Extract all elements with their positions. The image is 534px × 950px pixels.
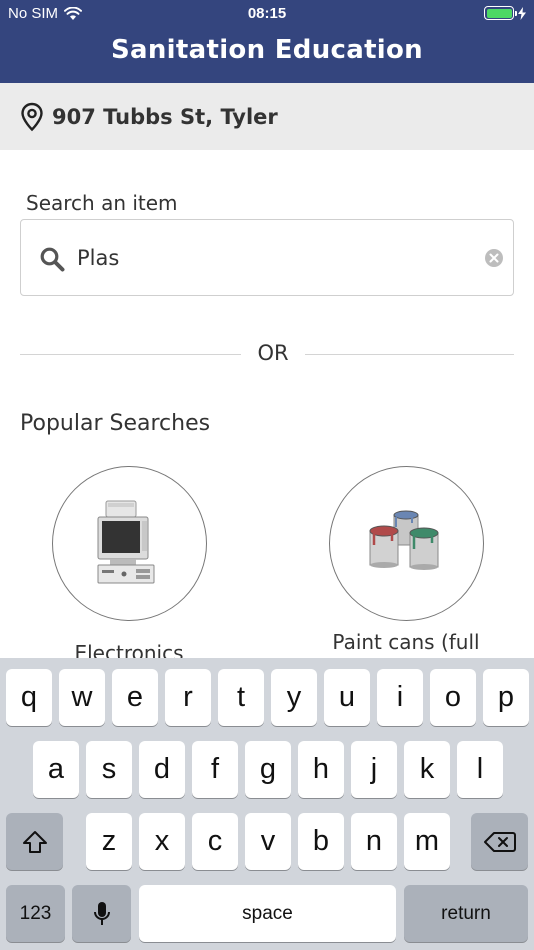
shift-icon bbox=[22, 830, 47, 853]
battery-icon bbox=[484, 6, 517, 20]
location-pin-icon bbox=[21, 102, 43, 131]
dictation-key[interactable] bbox=[72, 885, 131, 942]
popular-item-image bbox=[328, 466, 484, 621]
popular-item-label: Electronics bbox=[74, 641, 184, 658]
search-box[interactable] bbox=[20, 219, 514, 296]
key-q[interactable]: q bbox=[6, 669, 52, 726]
key-s[interactable]: s bbox=[86, 741, 132, 798]
battery-level bbox=[486, 8, 512, 18]
computer-icon bbox=[97, 500, 155, 583]
search-label: Search an item bbox=[26, 191, 178, 215]
app-header: No SIM 08:15 Sanitation Education bbox=[0, 0, 534, 83]
key-x[interactable]: x bbox=[139, 813, 185, 870]
key-i[interactable]: i bbox=[377, 669, 423, 726]
battery-indicator bbox=[484, 6, 526, 20]
key-f[interactable]: f bbox=[192, 741, 238, 798]
status-bar: No SIM 08:15 bbox=[0, 0, 534, 28]
clear-search-icon[interactable] bbox=[485, 249, 503, 267]
key-j[interactable]: j bbox=[351, 741, 397, 798]
paint-cans-icon bbox=[369, 510, 439, 570]
return-key[interactable]: return bbox=[404, 885, 528, 942]
microphone-icon bbox=[93, 901, 110, 925]
charging-bolt-icon bbox=[518, 6, 526, 20]
location-bar[interactable]: 907 Tubbs St, Tyler bbox=[0, 83, 534, 150]
or-divider-text: OR bbox=[257, 341, 289, 365]
popular-item-label: Paint cans (full bbox=[332, 630, 480, 654]
key-e[interactable]: e bbox=[112, 669, 158, 726]
key-d[interactable]: d bbox=[139, 741, 185, 798]
key-t[interactable]: t bbox=[218, 669, 264, 726]
key-m[interactable]: m bbox=[404, 813, 450, 870]
popular-item-paint-cans[interactable]: Paint cans (full bbox=[306, 466, 506, 658]
space-key[interactable]: space bbox=[139, 885, 396, 942]
numbers-key[interactable]: 123 bbox=[6, 885, 65, 942]
key-g[interactable]: g bbox=[245, 741, 291, 798]
popular-searches-title: Popular Searches bbox=[20, 411, 211, 436]
key-o[interactable]: o bbox=[430, 669, 476, 726]
key-z[interactable]: z bbox=[86, 813, 132, 870]
divider-line-right bbox=[305, 354, 514, 355]
divider-line-left bbox=[20, 354, 241, 355]
key-v[interactable]: v bbox=[245, 813, 291, 870]
backspace-key[interactable] bbox=[471, 813, 528, 870]
key-w[interactable]: w bbox=[59, 669, 105, 726]
onscreen-keyboard: q w e r t y u i o p a s d f g h j k l z … bbox=[0, 658, 534, 950]
key-a[interactable]: a bbox=[33, 741, 79, 798]
key-l[interactable]: l bbox=[457, 741, 503, 798]
popular-item-electronics[interactable]: Electronics bbox=[29, 466, 229, 658]
key-c[interactable]: c bbox=[192, 813, 238, 870]
battery-cap bbox=[515, 11, 517, 16]
key-y[interactable]: y bbox=[271, 669, 317, 726]
page-title: Sanitation Education bbox=[111, 35, 423, 65]
key-u[interactable]: u bbox=[324, 669, 370, 726]
key-k[interactable]: k bbox=[404, 741, 450, 798]
shift-key[interactable] bbox=[6, 813, 63, 870]
key-n[interactable]: n bbox=[351, 813, 397, 870]
key-b[interactable]: b bbox=[298, 813, 344, 870]
key-p[interactable]: p bbox=[483, 669, 529, 726]
search-icon bbox=[40, 247, 65, 272]
key-h[interactable]: h bbox=[298, 741, 344, 798]
key-r[interactable]: r bbox=[165, 669, 211, 726]
popular-item-image bbox=[51, 466, 207, 621]
status-time: 08:15 bbox=[247, 5, 287, 22]
search-input[interactable] bbox=[77, 238, 477, 278]
backspace-icon bbox=[483, 831, 516, 852]
location-address: 907 Tubbs St, Tyler bbox=[52, 104, 278, 129]
